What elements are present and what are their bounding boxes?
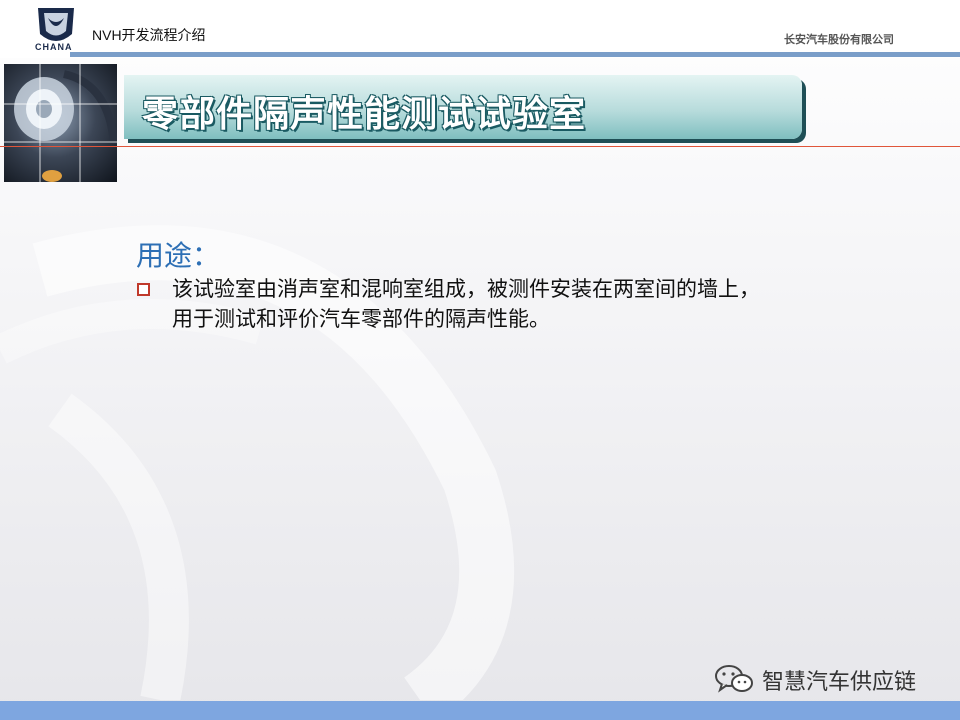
bullet-text: 该试验室由消声室和混响室组成，被测件安装在两室间的墙上，用于测试和评价汽车零部件…: [172, 277, 760, 331]
slide-title: 零部件隔声性能测试试验室: [142, 94, 587, 135]
section-heading: 用途：: [136, 239, 221, 272]
title-banner: 零部件隔声性能测试试验室: [124, 75, 802, 139]
title-underline: [0, 146, 960, 147]
header-title: NVH开发流程介绍: [92, 27, 206, 43]
logo-text: CHANA: [35, 42, 73, 52]
company-name: 长安汽车股份有限公司: [784, 33, 894, 46]
footer-brand-label: 智慧汽车供应链: [762, 670, 917, 695]
slide-header: CHANA NVH开发流程介绍 长安汽车股份有限公司: [0, 0, 960, 58]
footer-bar: [0, 701, 960, 720]
headlight-photo: [4, 64, 117, 182]
wechat-icon: [715, 665, 753, 693]
background-watermark: [0, 225, 515, 700]
checkbox-bullet-icon: [137, 283, 150, 296]
header-divider: [70, 52, 960, 57]
